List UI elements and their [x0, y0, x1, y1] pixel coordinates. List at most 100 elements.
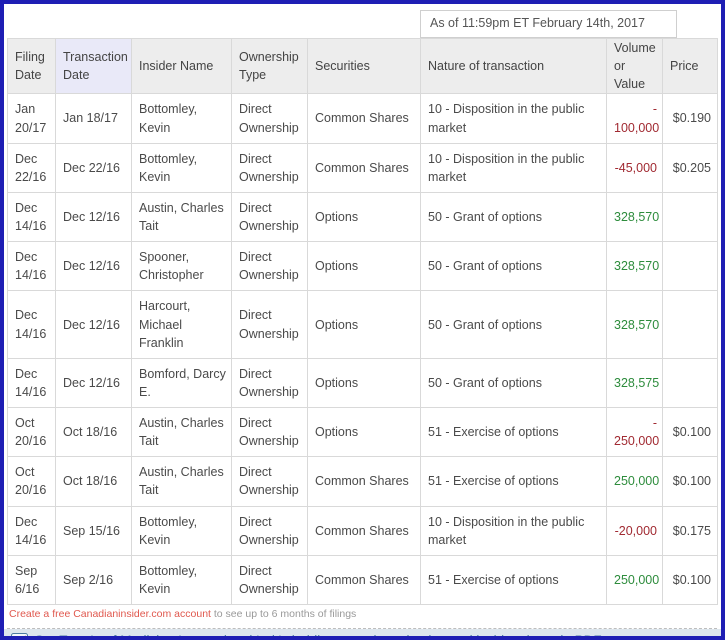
cell-transaction-date: Dec 12/16: [56, 242, 132, 291]
cell-ownership-type: Direct Ownership: [232, 457, 308, 506]
cell-ownership-type: Direct Ownership: [232, 291, 308, 358]
cell-securities: Options: [308, 408, 421, 457]
table-row: Dec 22/16Dec 22/16Bottomley, KevinDirect…: [8, 143, 718, 192]
cell-insider-name: Bottomley, Kevin: [132, 143, 232, 192]
table-row: Dec 14/16Dec 12/16Harcourt, Michael Fran…: [8, 291, 718, 358]
table-row: Jan 20/17Jan 18/17Bottomley, KevinDirect…: [8, 94, 718, 143]
cell-transaction-date: Dec 12/16: [56, 358, 132, 407]
column-header-filing-date[interactable]: Filing Date: [8, 39, 56, 94]
cell-transaction-date: Jan 18/17: [56, 94, 132, 143]
cell-filing-date: Dec 14/16: [8, 192, 56, 241]
column-header-ownership-type[interactable]: Ownership Type: [232, 39, 308, 94]
cell-securities: Options: [308, 242, 421, 291]
cell-filing-date: Dec 14/16: [8, 242, 56, 291]
cell-transaction-date: Dec 12/16: [56, 291, 132, 358]
column-header-nature[interactable]: Nature of transaction: [421, 39, 607, 94]
column-header-insider-name[interactable]: Insider Name: [132, 39, 232, 94]
cell-volume: -250,000: [607, 408, 663, 457]
cell-volume: 328,570: [607, 291, 663, 358]
asof-date-box: As of 11:59pm ET February 14th, 2017: [420, 10, 677, 38]
cell-securities: Options: [308, 291, 421, 358]
cell-volume: -20,000: [607, 506, 663, 555]
cell-ownership-type: Direct Ownership: [232, 192, 308, 241]
cell-price: $0.190: [663, 94, 718, 143]
cell-insider-name: Bottomley, Kevin: [132, 555, 232, 604]
cell-price: [663, 358, 718, 407]
cell-transaction-date: Dec 12/16: [56, 192, 132, 241]
column-header-transaction-date[interactable]: Transaction Date: [56, 39, 132, 94]
cell-securities: Common Shares: [308, 457, 421, 506]
cell-ownership-type: Direct Ownership: [232, 94, 308, 143]
cell-filing-date: Sep 6/16: [8, 555, 56, 604]
column-header-price[interactable]: Price: [663, 39, 718, 94]
cell-ownership-type: Direct Ownership: [232, 408, 308, 457]
column-header-volume[interactable]: Volume or Value: [607, 39, 663, 94]
cell-volume: 328,570: [607, 242, 663, 291]
cell-price: $0.175: [663, 506, 718, 555]
cell-nature: 50 - Grant of options: [421, 358, 607, 407]
cell-insider-name: Austin, Charles Tait: [132, 408, 232, 457]
cell-filing-date: Oct 20/16: [8, 457, 56, 506]
cell-insider-name: Austin, Charles Tait: [132, 192, 232, 241]
cell-transaction-date: Oct 18/16: [56, 408, 132, 457]
cell-securities: Common Shares: [308, 143, 421, 192]
cell-transaction-date: Sep 15/16: [56, 506, 132, 555]
insider-filings-table: Filing DateTransaction DateInsider NameO…: [7, 38, 718, 605]
cell-nature: 10 - Disposition in the public market: [421, 94, 607, 143]
cell-transaction-date: Dec 22/16: [56, 143, 132, 192]
cell-nature: 10 - Disposition in the public market: [421, 143, 607, 192]
insider-filings-panel: As of 11:59pm ET February 14th, 2017 Fil…: [0, 0, 725, 640]
cell-ownership-type: Direct Ownership: [232, 242, 308, 291]
cell-securities: Common Shares: [308, 506, 421, 555]
pdf-report-link[interactable]: Get True Leaf Medicine International Ltd…: [34, 633, 641, 640]
cell-filing-date: Dec 14/16: [8, 506, 56, 555]
cell-insider-name: Spooner, Christopher: [132, 242, 232, 291]
cell-volume: -45,000: [607, 143, 663, 192]
cell-nature: 51 - Exercise of options: [421, 408, 607, 457]
cell-filing-date: Jan 20/17: [8, 94, 56, 143]
cell-securities: Common Shares: [308, 555, 421, 604]
cell-transaction-date: Sep 2/16: [56, 555, 132, 604]
table-row: Oct 20/16Oct 18/16Austin, Charles TaitDi…: [8, 457, 718, 506]
cell-volume: 328,575: [607, 358, 663, 407]
asof-row: As of 11:59pm ET February 14th, 2017: [4, 4, 721, 38]
cell-insider-name: Bottomley, Kevin: [132, 94, 232, 143]
table-row: Oct 20/16Oct 18/16Austin, Charles TaitDi…: [8, 408, 718, 457]
account-note: Create a free Canadianinsider.com accoun…: [7, 605, 717, 629]
cell-ownership-type: Direct Ownership: [232, 143, 308, 192]
table-body: Jan 20/17Jan 18/17Bottomley, KevinDirect…: [8, 94, 718, 605]
cell-price: [663, 242, 718, 291]
cell-volume: 250,000: [607, 457, 663, 506]
cell-ownership-type: Direct Ownership: [232, 506, 308, 555]
table-row: Dec 14/16Dec 12/16Spooner, ChristopherDi…: [8, 242, 718, 291]
cell-volume: 250,000: [607, 555, 663, 604]
cell-price: $0.100: [663, 555, 718, 604]
cell-volume: -100,000: [607, 94, 663, 143]
cell-insider-name: Austin, Charles Tait: [132, 457, 232, 506]
cell-nature: 51 - Exercise of options: [421, 457, 607, 506]
cell-volume: 328,570: [607, 192, 663, 241]
table-row: Dec 14/16Dec 12/16Austin, Charles TaitDi…: [8, 192, 718, 241]
cell-securities: Common Shares: [308, 94, 421, 143]
column-header-securities[interactable]: Securities: [308, 39, 421, 94]
cell-insider-name: Bottomley, Kevin: [132, 506, 232, 555]
table-row: Dec 14/16Sep 15/16Bottomley, KevinDirect…: [8, 506, 718, 555]
cell-price: $0.205: [663, 143, 718, 192]
cell-insider-name: Harcourt, Michael Franklin: [132, 291, 232, 358]
table-row: Sep 6/16Sep 2/16Bottomley, KevinDirect O…: [8, 555, 718, 604]
create-account-link[interactable]: Create a free Canadianinsider.com accoun…: [9, 608, 211, 620]
cell-price: $0.100: [663, 408, 718, 457]
account-note-text: to see up to 6 months of filings: [214, 608, 356, 620]
cell-filing-date: Dec 22/16: [8, 143, 56, 192]
cell-securities: Options: [308, 192, 421, 241]
pdf-report-bar[interactable]: Get True Leaf Medicine International Ltd…: [4, 629, 721, 640]
cell-securities: Options: [308, 358, 421, 407]
cell-filing-date: Dec 14/16: [8, 291, 56, 358]
table-header-row: Filing DateTransaction DateInsider NameO…: [8, 39, 718, 94]
cell-filing-date: Oct 20/16: [8, 408, 56, 457]
cell-ownership-type: Direct Ownership: [232, 555, 308, 604]
cell-ownership-type: Direct Ownership: [232, 358, 308, 407]
cell-filing-date: Dec 14/16: [8, 358, 56, 407]
cell-price: [663, 192, 718, 241]
table-row: Dec 14/16Dec 12/16Bomford, Darcy E.Direc…: [8, 358, 718, 407]
